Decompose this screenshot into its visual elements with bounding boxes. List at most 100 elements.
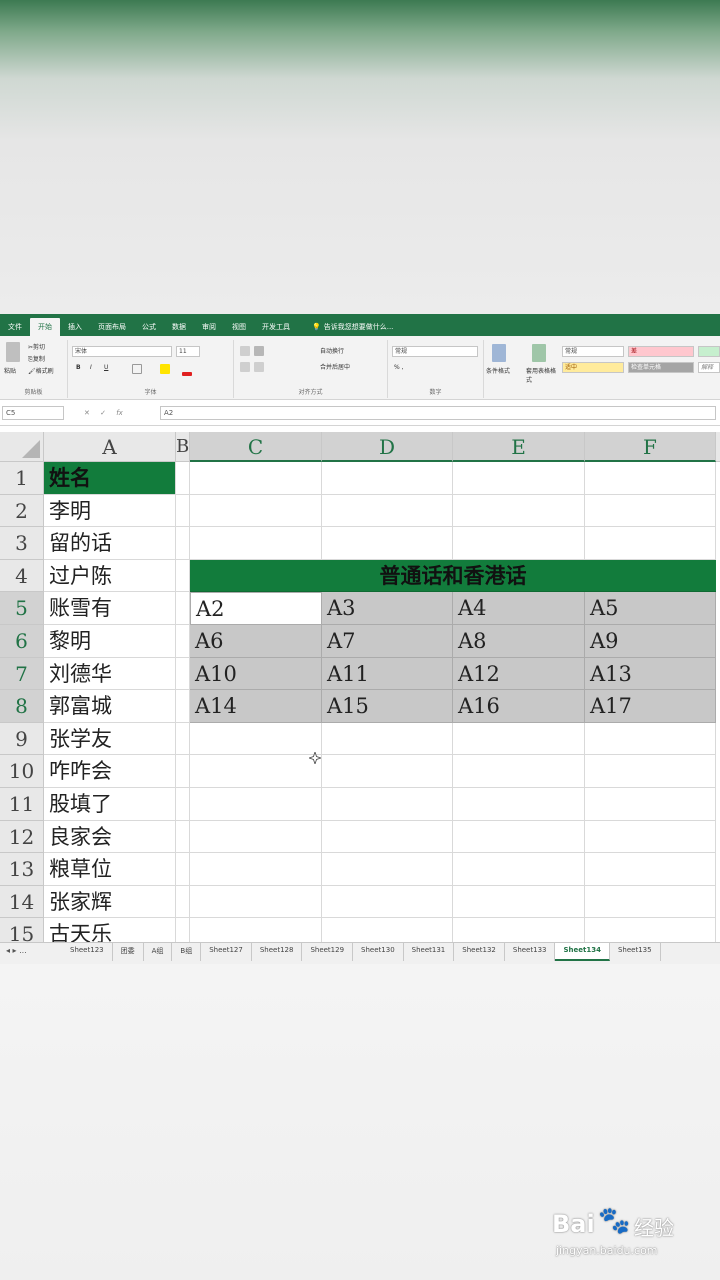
empty-cell[interactable] [453,788,585,821]
empty-cell[interactable] [190,722,322,756]
select-all-corner[interactable] [0,432,44,462]
row-header[interactable]: 12 [0,820,44,854]
bold-button[interactable]: B [76,364,81,371]
table-cell[interactable]: A14 [190,690,322,723]
empty-cell[interactable] [322,527,453,560]
row-header[interactable]: 15 [0,918,44,942]
table-cell[interactable]: A11 [322,657,453,691]
empty-cell[interactable] [176,853,190,886]
table-cell[interactable]: A8 [453,625,585,658]
empty-cell[interactable] [585,722,716,756]
name-cell[interactable]: 郭富城 [44,690,176,723]
table-cell[interactable]: A9 [585,625,716,658]
row-header[interactable]: 7 [0,657,44,691]
sheet-nav-arrows[interactable]: ◂ ▸ ... [0,943,62,955]
empty-cell[interactable] [585,527,716,560]
align-left-icon[interactable] [240,362,250,372]
empty-cell[interactable] [190,885,322,919]
align-top-icon[interactable] [240,346,250,356]
empty-cell[interactable] [585,462,716,495]
font-color-icon[interactable] [182,372,192,376]
column-header-d[interactable]: D [322,432,453,462]
empty-cell[interactable] [322,494,453,528]
column-header-e[interactable]: E [453,432,585,462]
empty-cell[interactable] [190,788,322,821]
name-cell[interactable]: 留的话 [44,527,176,560]
row-header[interactable]: 9 [0,722,44,756]
tab-home[interactable]: 开始 [30,318,60,336]
empty-cell[interactable] [453,755,585,788]
number-format-select[interactable]: 常规 [392,346,478,357]
column-header-g[interactable] [716,432,720,462]
sheet-tab[interactable]: Sheet123 [62,943,113,961]
column-header-c[interactable]: C [190,432,322,462]
tab-file[interactable]: 文件 [0,318,30,336]
row-header[interactable]: 10 [0,755,44,788]
underline-button[interactable]: U [104,364,108,371]
empty-cell[interactable] [322,918,453,942]
sheet-tab[interactable]: Sheet128 [252,943,303,961]
format-painter-button[interactable]: 🖌格式刷 [28,366,54,375]
empty-cell[interactable] [585,494,716,528]
sheet-tab[interactable]: Sheet131 [404,943,455,961]
row-header[interactable]: 5 [0,592,44,625]
table-cell[interactable]: A4 [453,592,585,625]
tab-data[interactable]: 数据 [164,318,194,336]
empty-cell[interactable] [585,885,716,919]
empty-cell[interactable] [190,755,322,788]
empty-cell[interactable] [190,494,322,528]
name-cell[interactable]: 张学友 [44,722,176,756]
name-cell[interactable]: 咋咋会 [44,755,176,788]
empty-cell[interactable] [176,755,190,788]
tab-view[interactable]: 视图 [224,318,254,336]
conditional-format-icon[interactable] [492,344,506,362]
sheet-tab[interactable]: A组 [144,943,173,961]
align-center-icon[interactable] [254,362,264,372]
name-cell[interactable]: 张家辉 [44,885,176,919]
empty-cell[interactable] [176,494,190,528]
sheet-tab[interactable]: Sheet135 [610,943,661,961]
column-header-a[interactable]: A [44,432,176,462]
table-cell[interactable]: A10 [190,657,322,691]
row-header[interactable]: 8 [0,690,44,723]
conditional-format-button[interactable]: 条件格式 [486,366,510,375]
empty-cell[interactable] [176,559,190,593]
row-header[interactable]: 6 [0,625,44,658]
empty-cell[interactable] [453,494,585,528]
style-check-cell[interactable]: 检查单元格 [628,362,694,373]
empty-cell[interactable] [176,592,190,625]
cut-button[interactable]: ✂剪切 [28,342,45,351]
empty-cell[interactable] [585,788,716,821]
sheet-tab[interactable]: B组 [172,943,202,961]
name-cell[interactable]: 股填了 [44,788,176,821]
empty-cell[interactable] [176,625,190,658]
sheet-tab[interactable]: Sheet132 [454,943,505,961]
tab-developer[interactable]: 开发工具 [254,318,298,336]
name-cell[interactable]: 良家会 [44,820,176,854]
name-cell[interactable]: 古天乐 [44,918,176,942]
empty-cell[interactable] [453,885,585,919]
table-cell[interactable]: A12 [453,657,585,691]
empty-cell[interactable] [176,527,190,560]
name-header-cell[interactable]: 姓名 [44,462,176,495]
wrap-text-button[interactable]: 自动换行 [320,346,344,355]
row-header[interactable]: 2 [0,494,44,528]
table-cell[interactable]: A3 [322,592,453,625]
paste-button[interactable]: 粘贴 [4,366,16,375]
row-header[interactable]: 14 [0,885,44,919]
empty-cell[interactable] [322,722,453,756]
empty-cell[interactable] [190,820,322,854]
paste-icon[interactable] [6,342,20,362]
format-table-icon[interactable] [532,344,546,362]
border-icon[interactable] [132,364,142,374]
sheet-tab[interactable]: Sheet134 [555,943,610,961]
sheet-tab[interactable]: 团委 [113,943,144,961]
empty-cell[interactable] [453,918,585,942]
italic-button[interactable]: I [90,364,92,371]
copy-button[interactable]: ⎘复制 [28,354,45,364]
tab-page-layout[interactable]: 页面布局 [90,318,134,336]
row-header[interactable]: 4 [0,559,44,593]
empty-cell[interactable] [453,527,585,560]
format-table-button[interactable]: 套用表格格式 [526,366,560,384]
table-cell[interactable]: A7 [322,625,453,658]
